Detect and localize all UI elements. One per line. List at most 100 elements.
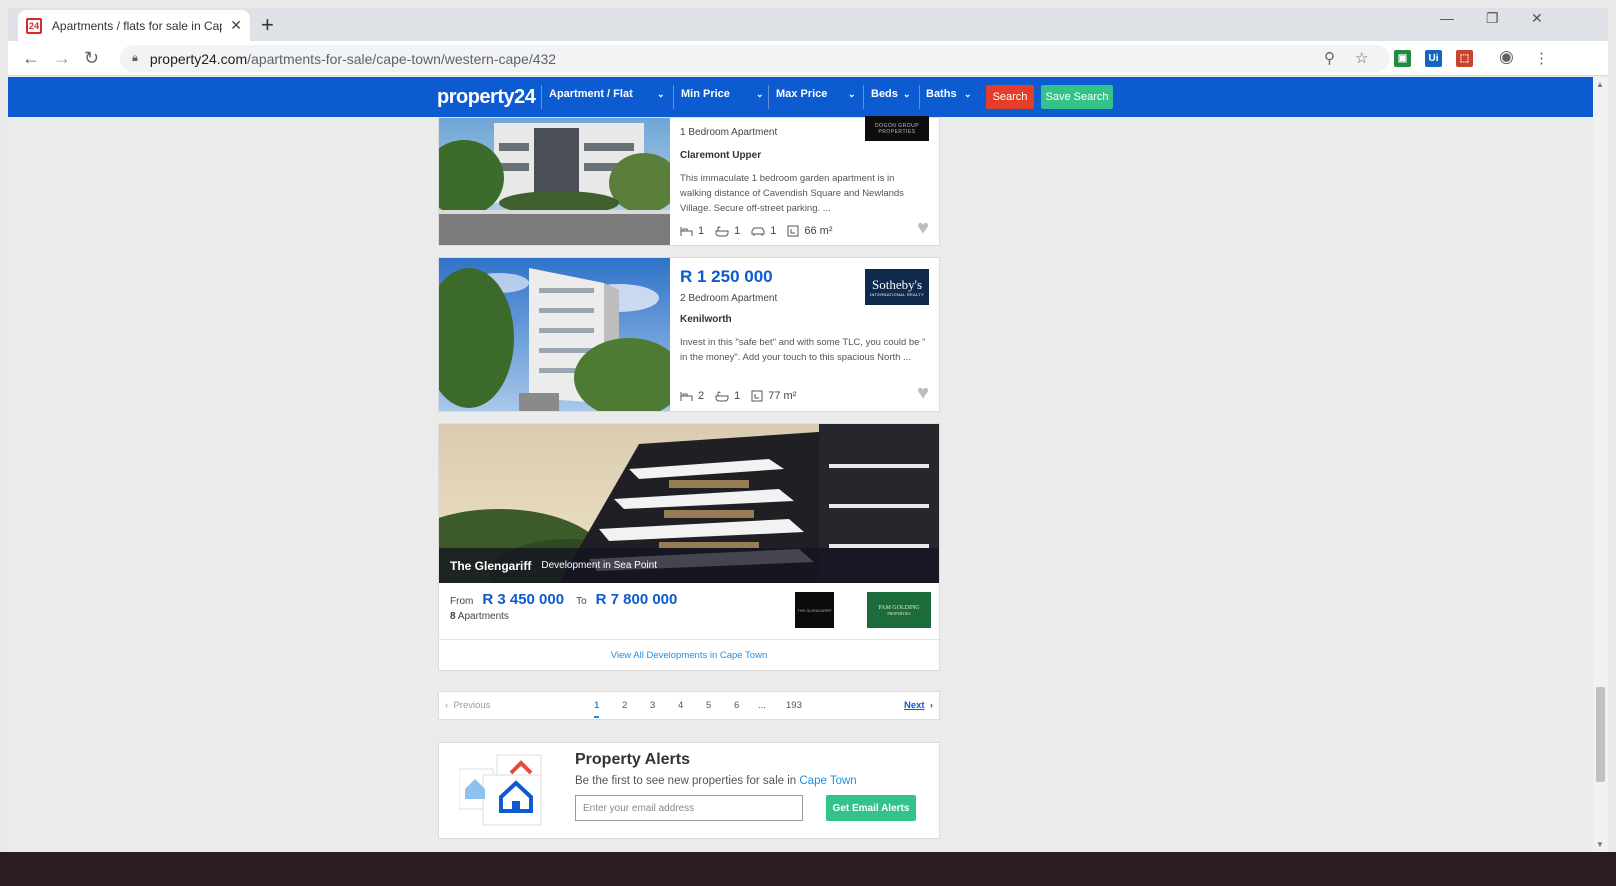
from-label: From	[450, 596, 474, 607]
development-logo-text: THE GLENGARIFF	[797, 607, 832, 613]
suburb-link[interactable]: Claremont Upper	[680, 150, 761, 161]
os-taskbar	[0, 852, 1616, 886]
property-type-select[interactable]: Apartment / Flat ⌄	[549, 88, 667, 100]
page-link[interactable]: 4	[678, 700, 683, 711]
favourite-heart-icon[interactable]: ♥	[917, 217, 929, 240]
browser-window: 24 Apartments / flats for sale in Cap ✕ …	[0, 0, 1616, 886]
new-tab-icon[interactable]: +	[261, 12, 274, 38]
bathrooms-count: 1	[734, 225, 741, 237]
property-type-label: Apartment / Flat	[549, 88, 633, 100]
house-alerts-icon	[459, 754, 542, 826]
baths-select[interactable]: Baths ⌄	[926, 88, 976, 100]
tab-title: Apartments / flats for sale in Cap	[51, 18, 223, 33]
reload-icon[interactable]: ↻	[84, 48, 99, 69]
listing-price: R 1 250 000	[680, 267, 773, 286]
back-icon[interactable]: ←	[22, 48, 40, 69]
beds-select[interactable]: Beds ⌄	[871, 88, 916, 100]
listing-features: 1 1 1 66 m²	[680, 225, 844, 237]
chevron-down-icon: ⌄	[964, 88, 972, 99]
page-scrollbar[interactable]: ▲ ▼	[1593, 77, 1608, 852]
chevron-down-icon: ⌄	[756, 88, 764, 99]
max-price-select[interactable]: Max Price ⌄	[776, 88, 861, 100]
bath-icon	[715, 226, 729, 236]
listing-photo[interactable]	[439, 258, 670, 411]
agency-logo[interactable]: Sotheby's INTERNATIONAL REALTY	[865, 269, 929, 305]
menu-icon[interactable]: ⋮	[1534, 49, 1549, 67]
ui-icon[interactable]: Ui	[1425, 50, 1442, 67]
baths-label: Baths	[926, 88, 957, 100]
zoom-icon[interactable]: ⚲	[1324, 49, 1335, 67]
filter-divider	[863, 85, 864, 109]
unit-count: 8	[450, 611, 456, 622]
suburb-link[interactable]: Kenilworth	[680, 314, 732, 325]
search-button[interactable]: Search	[986, 85, 1034, 109]
page-link[interactable]: 2	[622, 700, 627, 711]
pdf-icon[interactable]: ⬚	[1456, 50, 1473, 67]
agency-logo[interactable]: DOGON GROUP PROPERTIES	[865, 116, 929, 141]
property-alerts-subtitle: Be the first to see new properties for s…	[575, 775, 857, 787]
property24-logo[interactable]: property24	[437, 86, 536, 109]
pam-golding-logo[interactable]: PAM GOLDING PROPERTIES	[867, 592, 931, 628]
scroll-up-icon[interactable]: ▲	[1596, 80, 1604, 89]
listing-card[interactable]: R 1 250 000 2 Bedroom Apartment Kenilwor…	[438, 257, 940, 412]
restore-icon[interactable]: ❐	[1486, 10, 1499, 27]
favourite-heart-icon[interactable]: ♥	[917, 382, 929, 405]
listing-card[interactable]: 1 Bedroom Apartment Claremont Upper This…	[438, 116, 940, 246]
site-header: property24 Apartment / Flat ⌄ Min Price …	[8, 77, 1593, 117]
bookmark-star-icon[interactable]: ☆	[1355, 49, 1368, 67]
bedrooms-feature: 1	[680, 225, 704, 237]
listing-photo[interactable]	[439, 118, 670, 245]
close-window-icon[interactable]: ✕	[1531, 10, 1543, 27]
chevron-down-icon: ⌄	[903, 88, 911, 99]
listing-details: R 1 250 000 2 Bedroom Apartment Kenilwor…	[680, 258, 929, 411]
url-text: property24.com/apartments-for-sale/cape-…	[149, 50, 557, 67]
get-email-alerts-button[interactable]: Get Email Alerts	[826, 795, 916, 821]
scroll-down-icon[interactable]: ▼	[1596, 840, 1604, 849]
page-link[interactable]: 5	[706, 700, 711, 711]
bathrooms-count: 1	[734, 390, 741, 402]
development-logo[interactable]: THE GLENGARIFF	[795, 592, 834, 628]
parking-feature: 1	[751, 225, 776, 237]
toolbar: ← → ↻ 🔒︎ property24.com/apartments-for-s…	[8, 41, 1608, 76]
scroll-thumb[interactable]	[1596, 687, 1605, 782]
save-search-button[interactable]: Save Search	[1041, 85, 1113, 109]
address-bar[interactable]: 🔒︎ property24.com/apartments-for-sale/ca…	[120, 45, 1390, 72]
development-card[interactable]: The Glengariff Development in Sea Point …	[438, 423, 940, 671]
forward-icon[interactable]: →	[53, 48, 71, 69]
property24-favicon-icon: 24	[26, 17, 42, 34]
page-link[interactable]: 6	[734, 700, 739, 711]
next-page-button[interactable]: Next ›	[904, 700, 933, 711]
view-all-developments-link[interactable]: View All Developments in Cape Town	[611, 650, 768, 661]
listing-description: Invest in this "safe bet" and with some …	[680, 337, 926, 363]
meet-icon[interactable]: ▣	[1394, 50, 1411, 67]
min-price-label: Min Price	[681, 88, 730, 100]
bedrooms-count: 2	[698, 390, 705, 402]
agency-subtitle: PROPERTIES	[887, 610, 911, 616]
min-price-select[interactable]: Min Price ⌄	[681, 88, 766, 100]
email-input[interactable]	[575, 795, 803, 821]
development-unit-count: 8 Apartments	[450, 611, 509, 622]
filter-divider	[541, 85, 542, 109]
minimize-icon[interactable]: —	[1440, 10, 1454, 26]
floor-size-icon	[751, 390, 763, 402]
filter-divider	[919, 85, 920, 109]
next-label: Next	[903, 700, 925, 711]
development-name[interactable]: The Glengariff	[450, 559, 531, 573]
property-alerts-panel: Property Alerts Be the first to see new …	[438, 742, 940, 839]
browser-tab[interactable]: 24 Apartments / flats for sale in Cap ✕	[18, 10, 250, 41]
alerts-subtitle-text: Be the first to see new properties for s…	[575, 775, 797, 787]
listing-features: 2 1 77 m²	[680, 390, 807, 402]
page-link-current[interactable]: 1	[594, 700, 600, 718]
profile-icon[interactable]: ◉	[1499, 47, 1514, 67]
property-type: 1 Bedroom Apartment	[680, 127, 778, 138]
floor-size-feature: 77 m²	[751, 390, 796, 402]
close-tab-icon[interactable]: ✕	[230, 17, 242, 34]
previous-page-button[interactable]: ‹ Previous	[445, 700, 490, 711]
page-link-last[interactable]: 193	[786, 700, 802, 711]
alerts-city-link[interactable]: Cape Town	[799, 775, 856, 787]
car-icon	[751, 227, 765, 236]
chevron-down-icon: ⌄	[848, 88, 856, 99]
bed-icon	[680, 391, 693, 401]
page-link[interactable]: 3	[650, 700, 655, 711]
agency-name: DOGON GROUP PROPERTIES	[874, 122, 920, 135]
